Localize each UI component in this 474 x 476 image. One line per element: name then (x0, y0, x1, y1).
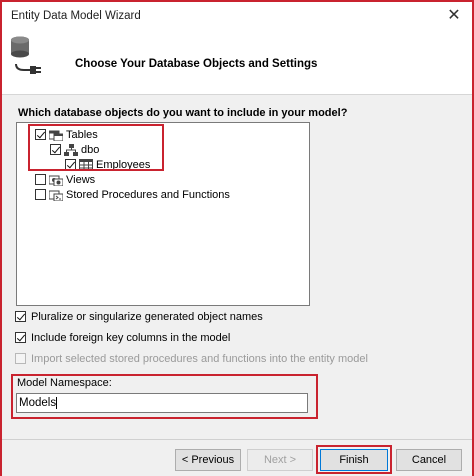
import-procedures-checkbox (15, 353, 26, 364)
namespace-label: Model Namespace: (17, 377, 112, 389)
procedures-folder-icon (49, 190, 63, 201)
namespace-input[interactable]: Models (16, 393, 308, 413)
views-folder-icon (49, 175, 63, 186)
page-title: Choose Your Database Objects and Setting… (75, 58, 318, 70)
previous-button[interactable]: < Previous (175, 449, 241, 471)
pluralize-label: Pluralize or singularize generated objec… (31, 310, 263, 323)
stored-procedures-checkbox[interactable] (35, 189, 46, 200)
tree-item-stored-procedures[interactable]: Stored Procedures and Functions (35, 187, 230, 202)
wizard-window: Entity Data Model Wizard ✕ Choose Your D… (0, 0, 474, 476)
pluralize-checkbox[interactable] (15, 311, 26, 322)
text-caret (56, 396, 58, 409)
foreign-keys-option[interactable]: Include foreign key columns in the model (15, 330, 230, 345)
objects-question-label: Which database objects do you want to in… (18, 107, 348, 119)
foreign-keys-checkbox[interactable] (15, 332, 26, 343)
window-title: Entity Data Model Wizard (11, 10, 141, 22)
close-icon[interactable]: ✕ (444, 6, 464, 26)
tree-item-views[interactable]: Views (35, 172, 95, 187)
wizard-header: Choose Your Database Objects and Setting… (2, 30, 472, 94)
tree-item-label: Views (66, 173, 96, 186)
import-procedures-label: Import selected stored procedures and fu… (31, 352, 368, 365)
tree-item-label: Stored Procedures and Functions (66, 188, 230, 201)
foreign-keys-label: Include foreign key columns in the model (31, 331, 231, 344)
title-bar: Entity Data Model Wizard ✕ (2, 2, 472, 30)
namespace-value: Models (19, 397, 57, 409)
pluralize-option[interactable]: Pluralize or singularize generated objec… (15, 309, 263, 324)
tables-highlight-frame (28, 124, 164, 171)
next-button: Next > (247, 449, 313, 471)
cancel-button[interactable]: Cancel (396, 449, 462, 471)
views-checkbox[interactable] (35, 174, 46, 185)
database-connect-icon (11, 36, 41, 74)
finish-button[interactable]: Finish (320, 449, 388, 471)
import-procedures-option: Import selected stored procedures and fu… (15, 351, 368, 366)
